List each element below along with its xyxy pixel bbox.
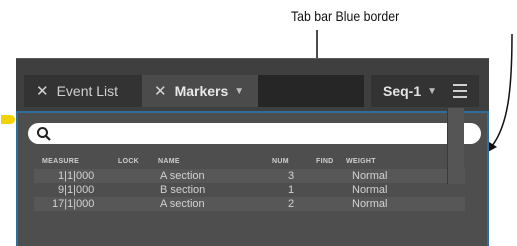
close-icon[interactable]: ✕ [36, 82, 49, 100]
chevron-down-icon[interactable]: ▼ [234, 86, 244, 97]
markers-panel: ✕ Event List ✕ Markers ▼ Seq-1 ▼ MEASURE… [16, 58, 489, 246]
cell-name: A section [160, 198, 205, 210]
cell-weight: Normal [352, 198, 388, 210]
column-header-lock[interactable]: LOCK [118, 158, 139, 165]
column-header-find[interactable]: FIND [316, 158, 334, 165]
close-icon[interactable]: ✕ [154, 82, 167, 100]
column-header-measure[interactable]: MEASURE [42, 158, 79, 165]
cell-num: 1 [288, 184, 295, 196]
cell-weight: Normal [352, 184, 388, 196]
search-input[interactable] [28, 123, 481, 144]
sequence-label: Seq-1 [383, 83, 422, 99]
menu-icon[interactable] [453, 84, 467, 102]
marker-flag-icon [1, 115, 15, 124]
cell-measure: 1|1|000 [58, 170, 95, 182]
empty-tab-slot [258, 75, 364, 107]
column-header-num[interactable]: NUM [272, 158, 289, 165]
scrollbar[interactable] [447, 108, 464, 184]
markers-content: MEASURE LOCK NAME NUM FIND WEIGHT 1|1|00… [16, 111, 489, 246]
tab-label: Markers [174, 83, 229, 99]
cell-weight: Normal [352, 170, 388, 182]
search-icon [37, 127, 51, 141]
tab-event-list[interactable]: ✕ Event List [24, 75, 142, 107]
cell-num: 2 [288, 198, 295, 210]
sequence-selector[interactable]: Seq-1 ▼ [371, 75, 479, 107]
cell-name: B section [160, 184, 206, 196]
cell-num: 3 [288, 170, 295, 182]
cell-measure: 9|1|000 [58, 184, 95, 196]
chevron-down-icon[interactable]: ▼ [427, 86, 437, 97]
cell-name: A section [160, 170, 205, 182]
table-row[interactable]: 17|1|000 A section 2 Normal [34, 197, 465, 211]
cell-measure: 17|1|000 [52, 198, 95, 210]
tab-label: Event List [56, 83, 119, 99]
table-row[interactable]: 9|1|000 B section 1 Normal [34, 183, 465, 197]
table-row[interactable]: 1|1|000 A section 3 Normal [34, 169, 465, 183]
tab-bar: ✕ Event List ✕ Markers ▼ Seq-1 ▼ [16, 71, 489, 107]
tab-markers[interactable]: ✕ Markers ▼ [142, 75, 258, 107]
column-header-name[interactable]: NAME [158, 158, 180, 165]
column-header-weight[interactable]: WEIGHT [346, 158, 376, 165]
